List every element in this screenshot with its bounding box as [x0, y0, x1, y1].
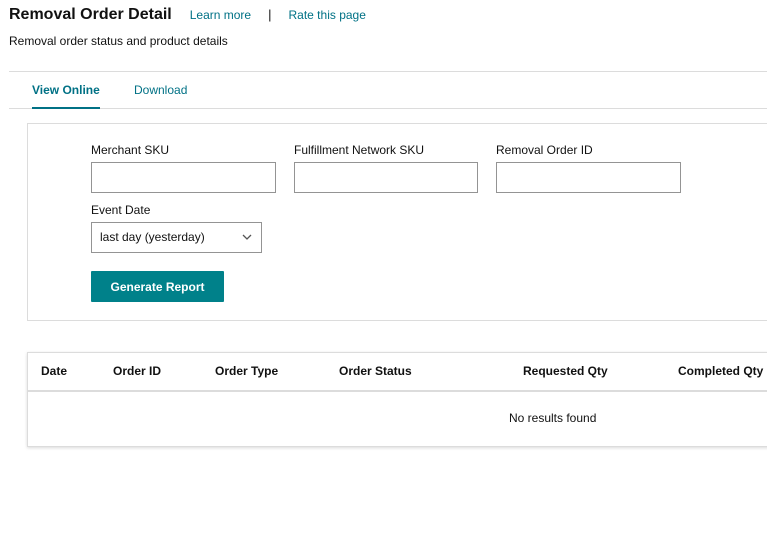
column-header-requested-qty[interactable]: Requested Qty: [523, 353, 608, 390]
results-header-row: Date Order ID Order Type Order Status Re…: [28, 353, 767, 392]
event-date-selected-value: last day (yesterday): [100, 230, 205, 244]
column-header-completed-qty[interactable]: Completed Qty: [678, 353, 763, 390]
learn-more-link[interactable]: Learn more: [190, 8, 251, 22]
filter-panel: Merchant SKU Fulfillment Network SKU Rem…: [27, 123, 767, 321]
chevron-down-icon: [242, 234, 252, 240]
event-date-label: Event Date: [91, 203, 151, 217]
event-date-select[interactable]: last day (yesterday): [91, 222, 262, 253]
removal-order-id-input[interactable]: [496, 162, 681, 193]
fnsku-label: Fulfillment Network SKU: [294, 143, 425, 157]
column-header-order-id[interactable]: Order ID: [113, 353, 161, 390]
rate-page-link[interactable]: Rate this page: [289, 8, 366, 22]
tab-view-online[interactable]: View Online: [32, 72, 100, 109]
merchant-sku-input[interactable]: [91, 162, 276, 193]
generate-report-button[interactable]: Generate Report: [91, 271, 224, 302]
results-table: Date Order ID Order Type Order Status Re…: [27, 352, 767, 447]
tab-download[interactable]: Download: [134, 72, 187, 109]
header-separator: |: [268, 7, 272, 22]
page-subtitle: Removal order status and product details: [9, 34, 228, 48]
page-title: Removal Order Detail: [9, 6, 172, 23]
column-header-date[interactable]: Date: [41, 353, 67, 390]
column-header-order-status[interactable]: Order Status: [339, 353, 412, 390]
column-header-order-type[interactable]: Order Type: [215, 353, 278, 390]
no-results-message: No results found: [509, 411, 597, 425]
tab-bar: View Online Download: [9, 71, 767, 109]
page-header: Removal Order Detail Learn more | Rate t…: [9, 6, 366, 24]
removal-order-id-label: Removal Order ID: [496, 143, 593, 157]
fnsku-input[interactable]: [294, 162, 478, 193]
merchant-sku-label: Merchant SKU: [91, 143, 170, 157]
